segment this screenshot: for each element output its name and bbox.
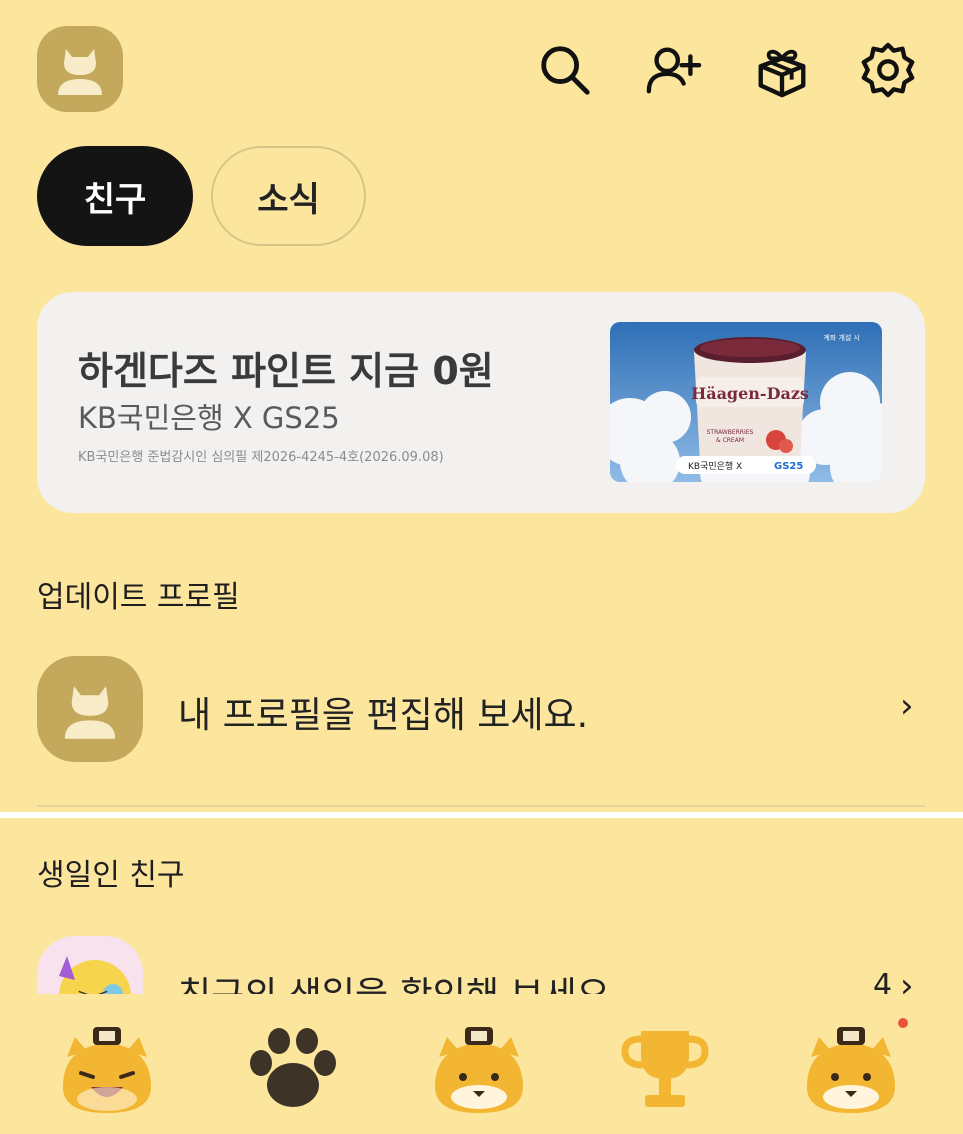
svg-text:KB국민은행 X: KB국민은행 X [688,460,742,472]
svg-text:STRAWBERRIES: STRAWBERRIES [707,429,754,436]
nav-more-tiger-icon[interactable] [796,1012,906,1122]
tab-friends[interactable]: 친구 [37,146,193,246]
nav-chats-paw-icon[interactable] [238,1012,348,1122]
ad-fineprint: KB국민은행 준법감시인 심의필 제2026-4245-4호(2026.09.0… [78,450,444,465]
chevron-right-icon: › [900,966,914,994]
notification-badge [898,1018,908,1028]
birthday-count: 4 [873,968,893,994]
ad-subtitle: KB국민은행 X GS25 [78,401,340,435]
svg-text:>.<: >.< [77,985,109,994]
default-profile-icon [64,686,116,739]
gift-icon[interactable] [752,40,812,100]
party-emoji-icon: >.< [59,956,131,994]
profile-edit-avatar[interactable] [37,656,143,762]
default-profile-icon [58,49,102,95]
edit-profile-link[interactable]: 내 프로필을 편집해 보세요. [178,686,588,738]
birthday-avatar: >.< [37,936,143,994]
update-profile-heading: 업데이트 프로필 [37,580,240,615]
section-separator [0,812,963,818]
birthday-row[interactable]: >.< 친구의 생일을 확인해 보세요. 4 › [0,936,963,994]
birthday-row-text: 친구의 생일을 확인해 보세요. [178,966,621,994]
ad-title: 하겐다즈 파인트 지금 0원 [78,349,494,393]
ad-image[interactable]: Häagen-Dazs STRAWBERRIES & CREAM 계좌 개설 시… [610,322,882,482]
nav-openchat-tiger-icon[interactable] [424,1012,534,1122]
add-friend-icon[interactable] [643,40,703,100]
svg-text:GS25: GS25 [774,461,803,472]
divider [37,805,925,807]
chevron-right-icon[interactable]: › [900,686,914,726]
settings-icon[interactable] [858,40,918,100]
svg-text:& CREAM: & CREAM [716,437,744,444]
birthday-heading: 생일인 친구 [37,858,185,893]
search-icon[interactable] [535,40,595,100]
my-profile-avatar[interactable] [37,26,123,112]
svg-text:Häagen-Dazs: Häagen-Dazs [691,384,809,403]
nav-trophy-icon[interactable] [610,1012,720,1122]
nav-friends-tiger-icon[interactable] [52,1012,162,1122]
tab-news[interactable]: 소식 [211,146,366,246]
svg-text:계좌 개설 시: 계좌 개설 시 [823,333,860,342]
